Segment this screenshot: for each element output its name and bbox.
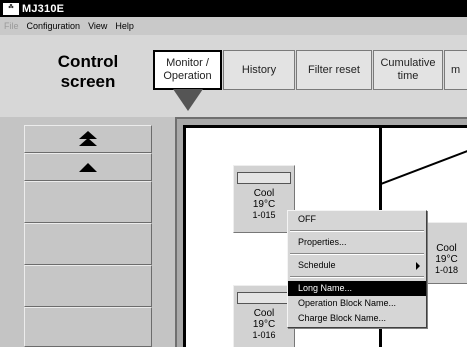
submenu-arrow-icon (416, 262, 420, 270)
menu-item-operation-block-name[interactable]: Operation Block Name... (288, 296, 426, 311)
context-menu: OFF Properties... Schedule Long Name... … (287, 210, 427, 328)
menu-item-properties[interactable]: Properties... (288, 235, 426, 250)
app-icon[interactable]: ⁂ (3, 2, 19, 15)
unit-temperature: 19°C (252, 319, 276, 330)
side-button-4[interactable] (24, 223, 152, 265)
side-button-3[interactable] (24, 181, 152, 223)
tab-monitor-operation[interactable]: Monitor / Operation (153, 50, 222, 90)
menu-separator (290, 230, 424, 232)
side-button-6[interactable] (24, 307, 152, 347)
tab-label: m (451, 63, 461, 76)
tab-cumulative-time[interactable]: Cumulative time (373, 50, 443, 90)
unit-status-lamp (237, 172, 291, 184)
unit-id: 1-016 (252, 330, 276, 340)
tab-label-line1: Monitor / (166, 57, 209, 69)
scroll-up-button[interactable] (24, 153, 152, 181)
page-title-line1: Control (57, 52, 119, 71)
tab-label-line2: time (397, 70, 419, 82)
tab-history[interactable]: History (223, 50, 295, 90)
unit-status-lamp (237, 292, 291, 304)
tab-label-line1: Cumulative (380, 57, 436, 69)
indoor-unit[interactable]: Cool 19°C 1-018 (425, 222, 467, 284)
indoor-unit[interactable]: Cool 19°C 1-015 (233, 165, 295, 233)
menu-item-schedule[interactable]: Schedule (288, 258, 426, 273)
tab-label: Filter reset (308, 63, 360, 76)
unit-id: 1-018 (434, 265, 459, 275)
tab-label-line2: Operation (163, 70, 212, 82)
unit-temperature: 19°C (435, 254, 458, 265)
side-button-5[interactable] (24, 265, 152, 307)
menu-bar: File Configuration View Help (0, 17, 467, 35)
tab-label: History (241, 63, 277, 76)
title-bar: ⁂ MJ310E (0, 0, 467, 17)
menu-file[interactable]: File (0, 21, 23, 31)
window-title: MJ310E (22, 2, 65, 15)
menu-separator (290, 276, 424, 278)
unit-mode: Cool (436, 243, 457, 254)
unit-temperature: 19°C (252, 199, 276, 210)
menu-item-charge-block-name[interactable]: Charge Block Name... (288, 311, 426, 326)
menu-item-long-name[interactable]: Long Name... (288, 281, 426, 296)
tab-more[interactable]: m (444, 50, 467, 90)
unit-id: 1-015 (252, 210, 276, 220)
menu-item-off[interactable]: OFF (288, 212, 426, 227)
page-title-line2: screen (60, 72, 116, 91)
menu-item-label: Schedule (298, 260, 336, 270)
menu-configuration[interactable]: Configuration (23, 21, 85, 31)
double-up-arrow-icon (79, 131, 97, 147)
unit-mode: Cool (253, 188, 275, 199)
up-arrow-icon (79, 162, 97, 172)
diagonal-wall (380, 150, 467, 185)
menu-separator (290, 253, 424, 255)
page-title: Control screen (24, 52, 152, 92)
tab-filter-reset[interactable]: Filter reset (296, 50, 372, 90)
scroll-top-button[interactable] (24, 125, 152, 153)
menu-view[interactable]: View (84, 21, 111, 31)
active-tab-pointer-icon (173, 89, 203, 111)
unit-mode: Cool (253, 308, 275, 319)
indoor-unit[interactable]: Cool 19°C 1-016 (233, 285, 295, 347)
menu-help[interactable]: Help (111, 21, 138, 31)
